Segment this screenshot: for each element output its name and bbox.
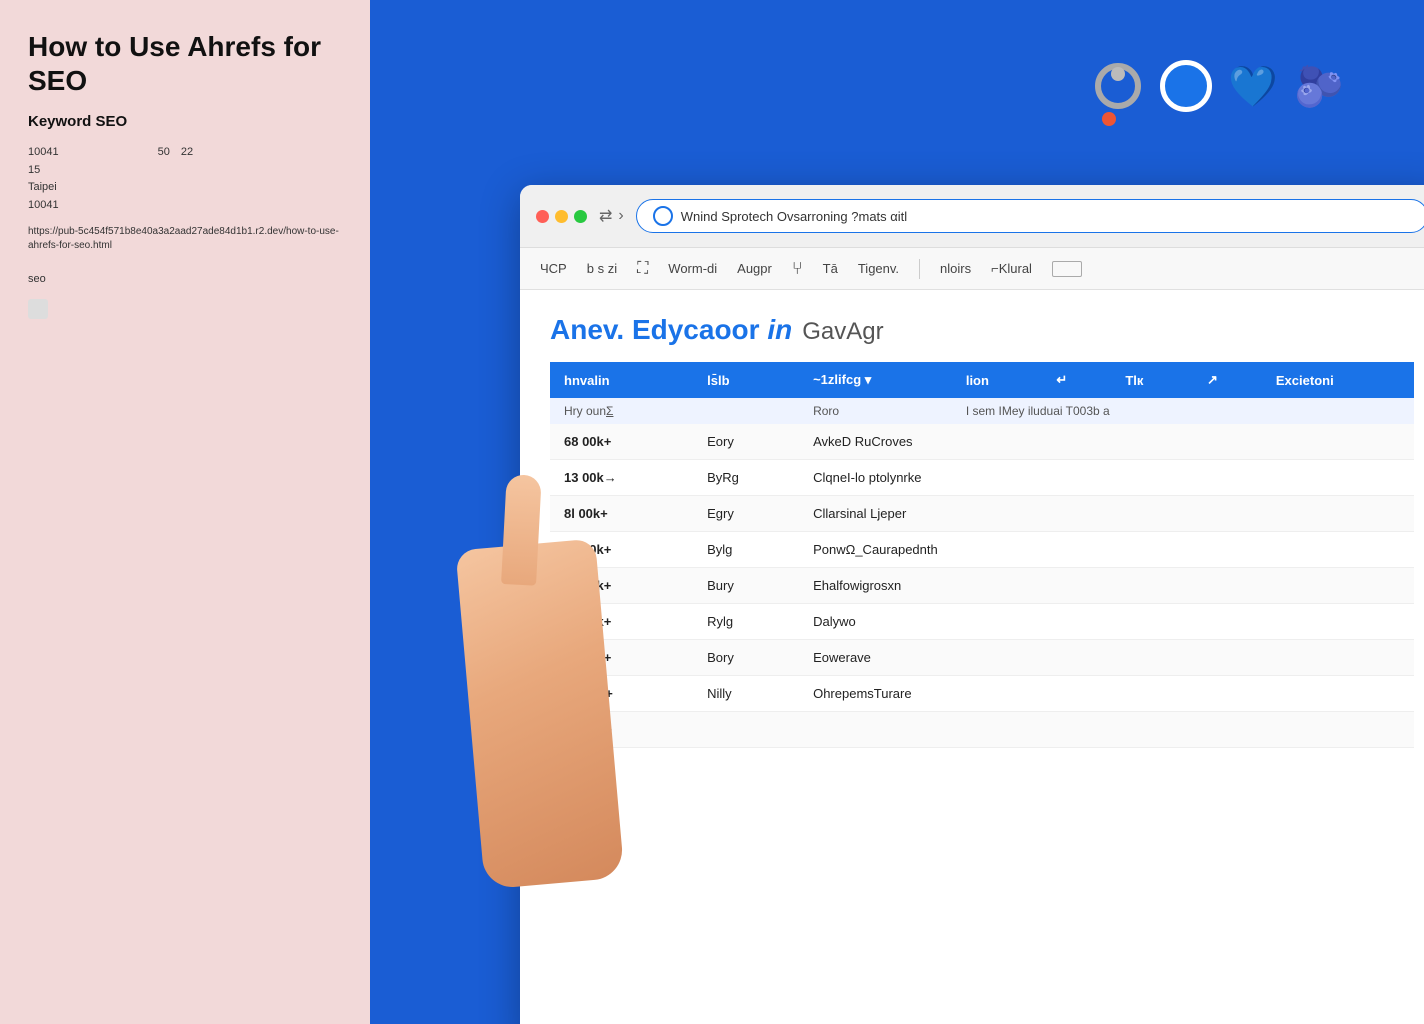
cell-kd: Bylg	[693, 532, 799, 568]
content-title-row: Anev. Edycaoor in GavAgr	[550, 314, 1414, 346]
finger-shape	[501, 474, 542, 586]
toolbar-divider	[919, 259, 920, 279]
red-dot	[1102, 112, 1116, 126]
hand-shape	[455, 539, 624, 890]
toolbar-item-2[interactable]: b s zi	[587, 261, 617, 276]
cell-keyword: Ehalfowigrosxn	[799, 568, 1414, 604]
subheader-mid: Roro	[799, 398, 952, 424]
tag-icon	[28, 299, 48, 319]
table-row: 13 00k→ ByRg ClqneI-lo ptolynrke	[550, 460, 1414, 496]
hand-pointer-image	[470, 544, 650, 924]
toolbar-klural[interactable]: ⌐Klural	[991, 261, 1032, 276]
top-icons-row: 💙 🫐	[1092, 60, 1344, 112]
icon-avocado: 🫐	[1294, 63, 1344, 110]
toolbar-item-1[interactable]: ЧCP	[540, 261, 567, 276]
nav-buttons: ⇄ ›	[599, 206, 624, 226]
cell-keyword: OhrepemsTurare	[799, 676, 1414, 712]
meta-info: 10041 50 22 15 Taipei 10041	[28, 144, 342, 214]
table-row: 8l 00k+ Egry Cllarsinal Ljeper	[550, 496, 1414, 532]
col-header-2: ls̄lb	[693, 362, 799, 398]
seo-tag: seo	[28, 273, 342, 285]
table-row: 32 00k+ Bory Eowerave	[550, 640, 1414, 676]
icon-swirl	[1092, 60, 1144, 112]
keyword-table: hnvalin ls̄lb ~1zlifcg ▾ lion ↵ Tlк ↗ Ex…	[550, 362, 1414, 748]
table-row: 68 00k+ Eory AvkeD RuCroves	[550, 424, 1414, 460]
browser-toolbar: ЧCP b s zi ⛶ Worm-di Augpr ⑂ Tā Tigenv. …	[520, 248, 1424, 290]
address-text: Wnind Sprotech Ovsarroning ?mats αitl	[681, 209, 1411, 224]
toolbar-share[interactable]: ⛶	[637, 260, 648, 278]
close-button[interactable]	[536, 210, 549, 223]
toolbar-worn-ji[interactable]: Worm-di	[668, 261, 717, 276]
loading-indicator	[653, 206, 673, 226]
cell-kd: Eory	[693, 424, 799, 460]
col-header-3: ~1zlifcg ▾	[799, 362, 952, 398]
minimize-button[interactable]	[555, 210, 568, 223]
table-row: 8F 00k+	[550, 712, 1414, 748]
subheader-right: I sem IMey iluduai T003b a	[952, 398, 1414, 424]
cell-keyword: Eowerave	[799, 640, 1414, 676]
sidebar: How to Use Ahrefs for SEO Keyword SEO 10…	[0, 0, 370, 1024]
toolbar-toggle[interactable]	[1052, 261, 1082, 277]
browser-window: ⇄ › Wnind Sprotech Ovsarroning ?mats αit…	[520, 185, 1424, 1024]
col-header-1: hnvalin	[550, 362, 693, 398]
subheader-left: Hry ounΣ	[550, 398, 799, 424]
table-row: S0 00k+ Nilly OhrepemsTurare	[550, 676, 1414, 712]
browser-content: Anev. Edycaoor in GavAgr hnvalin ls̄lb ~…	[520, 290, 1424, 772]
toolbar-tigerv[interactable]: Tigenv.	[858, 261, 899, 276]
cell-keyword: Dalywo	[799, 604, 1414, 640]
col-header-7: ↗	[1193, 362, 1262, 398]
icon-heart: 💙	[1228, 63, 1278, 110]
cell-keyword	[799, 712, 1414, 748]
cell-kd: Bury	[693, 568, 799, 604]
content-title-blue: Anev. Edycaoor in	[550, 314, 792, 346]
toolbar-fork: ⑂	[792, 258, 803, 279]
col-header-5: ↵	[1042, 362, 1111, 398]
main-area: 💙 🫐 ⇄ › Wnind Sprotech Ovsarroning ?mats…	[370, 0, 1424, 1024]
browser-chrome: ⇄ › Wnind Sprotech Ovsarroning ?mats αit…	[520, 185, 1424, 248]
col-header-8: Excietoni	[1262, 362, 1414, 398]
cell-keyword: Cllarsinal Ljeper	[799, 496, 1414, 532]
back-icon[interactable]: ⇄	[599, 206, 612, 226]
cell-volume: 68 00k+	[550, 424, 693, 460]
cell-kd: Bory	[693, 640, 799, 676]
traffic-lights	[536, 210, 587, 223]
col-header-6: Tlк	[1111, 362, 1193, 398]
icon-blue-circle	[1160, 60, 1212, 112]
keyword-label: Keyword SEO	[28, 113, 342, 130]
swirl-icon	[1092, 60, 1144, 112]
content-title-sub: GavAgr	[802, 318, 883, 346]
cell-kd: Nilly	[693, 676, 799, 712]
table-row: 17 00k+ Rylg Dalywo	[550, 604, 1414, 640]
cell-kd	[693, 712, 799, 748]
address-bar[interactable]: Wnind Sprotech Ovsarroning ?mats αitl	[636, 199, 1424, 233]
toolbar-augpr[interactable]: Augpr	[737, 261, 772, 276]
page-url: https://pub-5c454f571b8e40a3a2aad27ade84…	[28, 225, 342, 253]
col-header-4: lion	[952, 362, 1043, 398]
cell-kd: Rylg	[693, 604, 799, 640]
maximize-button[interactable]	[574, 210, 587, 223]
table-row: 82 00k+ Bury Ehalfowigrosxn	[550, 568, 1414, 604]
page-title: How to Use Ahrefs for SEO	[28, 30, 342, 97]
toolbar-ta[interactable]: Tā	[823, 261, 838, 276]
cell-kd: ByRg	[693, 460, 799, 496]
forward-icon[interactable]: ›	[618, 207, 623, 225]
table-row: 80 00k+ Bylg PonwΩ_Caurapednth	[550, 532, 1414, 568]
cell-kd: Egry	[693, 496, 799, 532]
cell-keyword: AvkeD RuCroves	[799, 424, 1414, 460]
cell-volume: 13 00k→	[550, 460, 693, 496]
cell-keyword: ClqneI-lo ptolynrke	[799, 460, 1414, 496]
cell-keyword: PonwΩ_Caurapednth	[799, 532, 1414, 568]
toolbar-nloirs[interactable]: nloirs	[940, 261, 971, 276]
cell-volume: 8l 00k+	[550, 496, 693, 532]
